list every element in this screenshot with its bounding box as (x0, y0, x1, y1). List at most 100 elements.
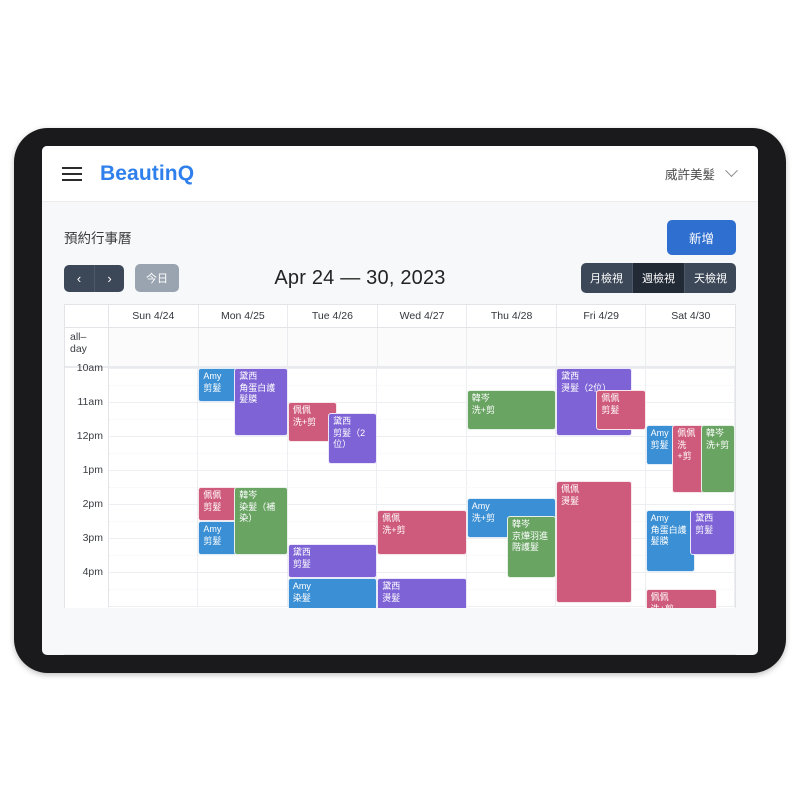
event-service-name: 剪髮 (695, 524, 714, 535)
event-staff-name: 黛西 (561, 371, 580, 381)
event-staff-name: Amy (471, 501, 490, 511)
calendar-event[interactable]: 黛西 剪髮 (287, 544, 378, 578)
shop-selector[interactable]: 威許美髮 (664, 164, 738, 183)
event-service-name: 洗+剪 (651, 604, 714, 609)
all-day-cell[interactable] (109, 328, 199, 366)
event-service-name: 燙髮 (561, 495, 580, 506)
all-day-row: all– day (65, 328, 735, 368)
view-month-button[interactable]: 月檢視 (581, 263, 632, 293)
all-day-cell[interactable] (467, 328, 557, 366)
calendar-event[interactable]: 黛西 剪髮（2位） (328, 413, 378, 464)
calendar-event[interactable]: Amy 剪髮 (645, 425, 676, 465)
event-staff-name: 黛西 (292, 547, 311, 557)
shop-name-label: 威許美髮 (664, 168, 715, 182)
event-staff-name: 黛西 (239, 371, 258, 381)
calendar-event[interactable]: 黛西 燙髮 (377, 578, 467, 608)
all-day-cell[interactable] (646, 328, 735, 366)
time-label-1pm: 1pm (82, 464, 103, 476)
hamburger-icon[interactable] (62, 166, 82, 181)
event-staff-name: 韓岑 (471, 393, 490, 403)
all-day-cell[interactable] (198, 328, 289, 366)
day-header-sun[interactable]: Sun 4/24 (109, 305, 199, 327)
day-header-thu[interactable]: Thu 4/28 (467, 305, 557, 327)
calendar-event[interactable]: 韓岑 染髮（補染） (234, 487, 288, 555)
event-service-name: 洗+剪 (677, 439, 692, 462)
all-day-cell[interactable] (377, 328, 468, 366)
calendar-event[interactable]: 佩佩 燙髮 (556, 481, 633, 603)
calendar-grid: Sun 4/24 Mon 4/25 Tue 4/26 Wed 4/27 Thu … (64, 304, 736, 608)
time-axis-column: 10am 11am 12pm 1pm 2pm 3pm 4pm (65, 362, 109, 607)
event-service-name: 洗+剪 (292, 416, 317, 427)
event-staff-name: 佩佩 (292, 405, 311, 415)
nav-button-group: ‹ › (64, 264, 124, 292)
tablet-device-frame: BeautinQ 威許美髮 預約行事曆 新增 ‹ › 今日 Apr 24 — 3… (14, 128, 786, 673)
calendar-time-grid: 10am 11am 12pm 1pm 2pm 3pm 4pm Amy 剪髮 黛西 角蛋白護髮膜 佩佩… (65, 362, 735, 609)
today-button[interactable]: 今日 (135, 264, 179, 292)
event-service-name: 角蛋白護髮膜 (239, 382, 276, 405)
day-header-sat[interactable]: Sat 4/30 (646, 305, 735, 327)
event-service-name: 剪髮 (650, 439, 669, 450)
day-header-mon[interactable]: Mon 4/25 (199, 305, 289, 327)
event-staff-name: 黛西 (695, 513, 714, 523)
event-service-name: 洗+剪 (706, 439, 730, 450)
day-column-3[interactable] (377, 368, 467, 607)
event-service-name: 洗+剪 (471, 404, 495, 415)
calendar-day-header-row: Sun 4/24 Mon 4/25 Tue 4/26 Wed 4/27 Thu … (65, 305, 735, 328)
view-day-button[interactable]: 天檢視 (684, 263, 736, 293)
event-staff-name: 佩佩 (677, 428, 696, 438)
calendar-event[interactable]: 韓岑 洗+剪 (701, 425, 735, 493)
add-appointment-button[interactable]: 新增 (666, 219, 736, 255)
calendar-event[interactable]: 黛西 角蛋白護髮膜 (234, 368, 288, 436)
event-staff-name: Amy (650, 428, 669, 438)
all-day-label-line2: day (70, 343, 87, 355)
time-label-11am: 11am (77, 396, 104, 408)
view-switch-group: 月檢視 週檢視 天檢視 (581, 263, 736, 293)
event-staff-name: 黛西 (382, 581, 401, 591)
event-service-name: 洗+剪 (382, 524, 406, 535)
calendar-event[interactable]: 佩佩 剪髮 (596, 390, 646, 430)
day-header-fri[interactable]: Fri 4/29 (557, 305, 647, 327)
all-day-cell[interactable] (288, 328, 378, 366)
all-day-label: all– day (65, 328, 109, 366)
time-label-12pm: 12pm (76, 430, 103, 442)
event-staff-name: 韓岑 (511, 519, 530, 529)
event-staff-name: Amy (650, 513, 669, 523)
calendar-event[interactable]: Amy 染髮 (287, 578, 378, 608)
next-week-button[interactable]: › (94, 264, 124, 292)
event-service-name: 剪髮 (601, 404, 620, 415)
calendar-event[interactable]: 佩佩洗+剪 (672, 425, 705, 493)
date-range-title: Apr 24 — 30, 2023 (274, 266, 446, 289)
calendar-event[interactable]: 黛西 剪髮 (690, 510, 735, 555)
calendar-event[interactable]: 韓岑 京燁羽進階護髮 (506, 516, 557, 578)
brand-logo[interactable]: BeautinQ (100, 162, 194, 186)
header-gutter (65, 305, 109, 327)
all-day-cell[interactable] (556, 328, 647, 366)
event-staff-name: 黛西 (333, 416, 352, 426)
tablet-screen: BeautinQ 威許美髮 預約行事曆 新增 ‹ › 今日 Apr 24 — 3… (42, 146, 758, 655)
time-label-10am: 10am (76, 362, 103, 374)
day-header-wed[interactable]: Wed 4/27 (378, 305, 468, 327)
calendar-bottom-edge (64, 654, 736, 655)
prev-week-button[interactable]: ‹ (64, 264, 94, 292)
chevron-down-icon (725, 164, 738, 178)
event-staff-name: 佩佩 (650, 592, 669, 602)
event-service-name: 剪髮 (292, 558, 311, 569)
time-label-3pm: 3pm (82, 532, 103, 544)
event-service-name: 染髮（補染） (239, 501, 276, 524)
view-week-button[interactable]: 週檢視 (632, 263, 684, 293)
page-title: 預約行事曆 (64, 231, 132, 246)
event-staff-name: 佩佩 (601, 393, 620, 403)
event-staff-name: 韓岑 (706, 428, 725, 438)
day-columns-area[interactable]: Amy 剪髮 黛西 角蛋白護髮膜 佩佩 剪髮 韓岑 染髮（補染） Amy 剪髮 佩佩 洗+剪 黛西 剪髮（… (109, 368, 735, 609)
calendar-event[interactable]: 佩佩洗+剪 (377, 510, 467, 555)
event-staff-name: 韓岑 (239, 490, 258, 500)
event-service-name: 角蛋白護髮膜 (650, 524, 687, 547)
day-column-0[interactable] (109, 368, 199, 607)
calendar-event[interactable]: 韓岑 洗+剪 (466, 390, 557, 430)
calendar-event[interactable]: Amy 角蛋白護髮膜 (645, 510, 695, 572)
event-staff-name: Amy (292, 581, 311, 591)
event-service-name: 京燁羽進階護髮 (511, 530, 548, 553)
day-header-tue[interactable]: Tue 4/26 (288, 305, 378, 327)
time-label-2pm: 2pm (82, 498, 103, 510)
calendar-event[interactable]: 佩佩洗+剪 (645, 589, 718, 609)
